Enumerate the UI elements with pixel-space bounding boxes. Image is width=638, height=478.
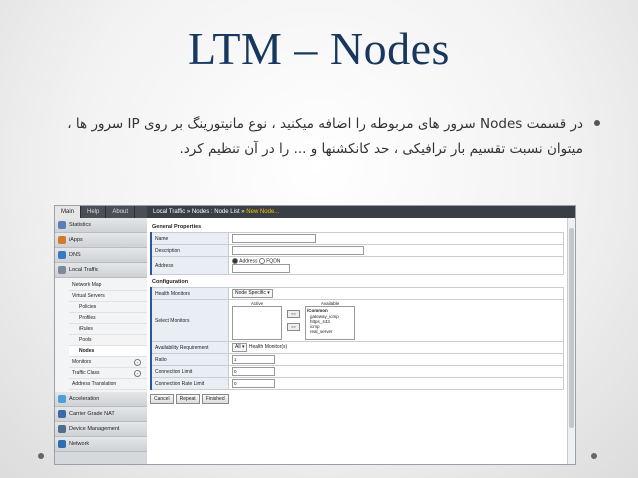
- active-monitors-list[interactable]: [232, 306, 282, 341]
- sidebar-item-label: DNS: [69, 252, 81, 258]
- sidebar-item-label: Statistics: [69, 222, 92, 228]
- health-monitors-value: Node Specific: [235, 290, 266, 297]
- device-management-icon: [58, 425, 66, 433]
- move-right-button[interactable]: >>: [287, 323, 300, 332]
- sidebar-item-label: Acceleration: [69, 396, 100, 402]
- move-left-button[interactable]: <<: [287, 310, 300, 319]
- scrollbar-thumb[interactable]: [569, 228, 574, 428]
- address-radio[interactable]: [232, 258, 238, 264]
- plus-icon[interactable]: +: [134, 370, 141, 377]
- available-monitors-list[interactable]: /Common gateway_icmp https_443 icmp real…: [305, 306, 355, 341]
- submenu-network-map[interactable]: Network Map: [69, 280, 147, 291]
- sidebar-item-network[interactable]: Network: [55, 437, 147, 452]
- statistics-icon: [58, 221, 66, 229]
- sidebar-item-label: Network: [69, 441, 90, 447]
- description-input[interactable]: [232, 246, 364, 255]
- name-label: Name: [150, 232, 229, 245]
- plus-icon[interactable]: +: [134, 359, 141, 366]
- sidebar: Statistics iApps DNS Local Traffic Netwo…: [55, 218, 147, 464]
- submenu-nodes[interactable]: Nodes: [69, 346, 147, 357]
- submenu-monitors[interactable]: Monitors +: [69, 357, 147, 368]
- sidebar-item-iapps[interactable]: iApps: [55, 233, 147, 248]
- breadcrumb-new-node: New Node...: [246, 209, 280, 215]
- address-input[interactable]: [232, 264, 290, 274]
- availability-label: Availability Requirement: [150, 341, 229, 355]
- submenu-profiles[interactable]: Profiles: [69, 313, 147, 324]
- submenu-policies[interactable]: Policies: [69, 302, 147, 313]
- sidebar-item-carrier-grade-nat[interactable]: Carrier Grade NAT: [55, 407, 147, 422]
- sidebar-item-acceleration[interactable]: Acceleration: [55, 392, 147, 407]
- breadcrumb-sep-1: »: [185, 209, 192, 215]
- list-item[interactable]: real_server: [307, 329, 353, 334]
- submenu-monitors-label: Monitors: [72, 359, 92, 365]
- main-content: General Properties Name Description Addr…: [147, 218, 567, 464]
- address-label: Address: [150, 255, 229, 276]
- sidebar-item-label: Carrier Grade NAT: [69, 411, 115, 417]
- breadcrumb-node-list[interactable]: Nodes : Node List: [192, 209, 240, 215]
- bullet-line-1: در قسمت Nodes سرور های مربوطه را اضافه م…: [67, 116, 583, 132]
- sidebar-item-statistics[interactable]: Statistics: [55, 218, 147, 233]
- availability-suffix: Health Monitor(s): [248, 344, 288, 351]
- general-properties-title: General Properties: [152, 224, 202, 230]
- general-properties-table: Name Description Address Address FQDN: [150, 232, 564, 276]
- bullet-dot: [594, 120, 600, 126]
- cgnat-icon: [58, 410, 66, 418]
- vertical-scrollbar[interactable]: [567, 218, 575, 464]
- sidebar-item-device-management[interactable]: Device Management: [55, 422, 147, 437]
- sidebar-item-label: Device Management: [69, 426, 120, 432]
- dns-icon: [58, 251, 66, 259]
- tab-main[interactable]: Main: [55, 206, 82, 218]
- submenu-traffic-class-label: Traffic Class: [72, 370, 100, 376]
- submenu-pools[interactable]: Pools: [69, 335, 147, 346]
- availability-value: All: [235, 344, 241, 351]
- bullet-text: در قسمت Nodes سرور های مربوطه را اضافه م…: [63, 112, 583, 162]
- connection-limit-label: Connection Limit: [150, 365, 229, 379]
- connection-rate-limit-input[interactable]: 0: [232, 379, 275, 389]
- configuration-table: Health Monitors Node Specific ▾ Select M…: [150, 287, 564, 391]
- cancel-button[interactable]: Cancel: [150, 394, 174, 405]
- acceleration-icon: [58, 395, 66, 403]
- tab-about[interactable]: About: [106, 206, 136, 218]
- local-traffic-icon: [58, 266, 66, 274]
- submenu-traffic-class[interactable]: Traffic Class +: [69, 368, 147, 379]
- form-buttons: Cancel Repeat Finished: [150, 394, 564, 405]
- local-traffic-submenu: Network Map Virtual Servers Policies Pro…: [55, 278, 147, 392]
- nav-tabs: Main Help About: [55, 206, 147, 218]
- screenshot-frame: Main Help About Local Traffic » Nodes : …: [54, 205, 576, 465]
- description-label: Description: [150, 244, 229, 257]
- configuration-title: Configuration: [152, 279, 189, 286]
- bullet-line-2: میتوان نسبت تقسیم بار ترافیکی ، حد کانکش…: [179, 141, 584, 157]
- breadcrumb: Local Traffic » Nodes : Node List » New …: [147, 206, 575, 218]
- submenu-virtual-servers[interactable]: Virtual Servers: [69, 291, 147, 302]
- tab-help[interactable]: Help: [81, 206, 107, 218]
- decorative-dot-left: [38, 453, 44, 459]
- chevron-down-icon: ▾: [241, 344, 245, 351]
- monitor-picker: Active << >> Available /Common gateway_i…: [232, 301, 560, 341]
- decorative-dot-right: [591, 453, 597, 459]
- ratio-input[interactable]: 1: [232, 355, 275, 365]
- iapps-icon: [58, 236, 66, 244]
- availability-select[interactable]: All ▾: [232, 343, 248, 353]
- sidebar-item-dns[interactable]: DNS: [55, 248, 147, 263]
- network-icon: [58, 440, 66, 448]
- sidebar-item-label: Local Traffic: [69, 267, 99, 273]
- health-monitors-select[interactable]: Node Specific ▾: [232, 289, 273, 299]
- slide-title: LTM – Nodes: [188, 23, 450, 74]
- submenu-address-translation[interactable]: Address Translation: [69, 379, 147, 390]
- ratio-label: Ratio: [150, 353, 229, 367]
- finished-button[interactable]: Finished: [201, 394, 229, 405]
- name-input[interactable]: [232, 234, 316, 243]
- fqdn-radio[interactable]: [258, 258, 265, 264]
- health-monitors-label: Health Monitors: [150, 287, 229, 301]
- repeat-button[interactable]: Repeat: [175, 394, 200, 405]
- connection-limit-input[interactable]: 0: [232, 367, 275, 377]
- chevron-down-icon: ▾: [267, 290, 270, 297]
- breadcrumb-local-traffic[interactable]: Local Traffic: [153, 209, 185, 215]
- sidebar-item-label: iApps: [69, 237, 83, 243]
- select-monitors-label: Select Monitors: [150, 299, 229, 343]
- connection-rate-limit-label: Connection Rate Limit: [150, 377, 229, 391]
- submenu-irules[interactable]: iRules: [69, 324, 147, 335]
- sidebar-item-local-traffic[interactable]: Local Traffic: [55, 263, 147, 278]
